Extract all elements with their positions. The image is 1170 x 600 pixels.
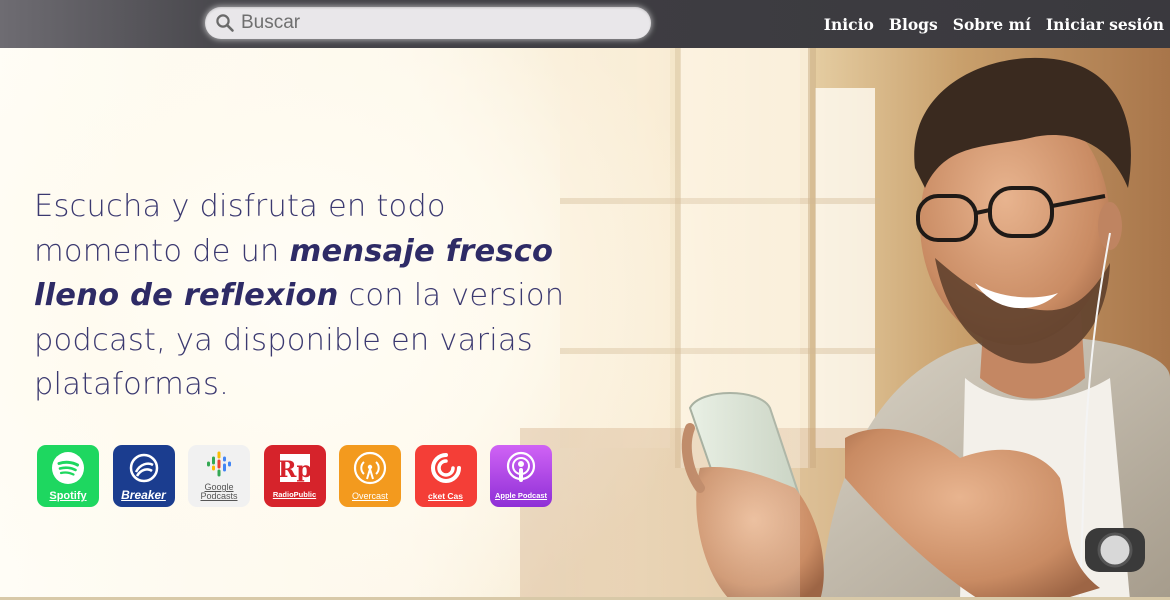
search-input[interactable] bbox=[241, 12, 621, 34]
podcast-platforms: Spotify Breaker Google Podcasts Rp Radio… bbox=[37, 445, 566, 507]
nav-link-iniciar-sesion[interactable]: Iniciar sesión bbox=[1046, 15, 1164, 34]
google-podcasts-icon bbox=[206, 451, 232, 481]
radiopublic-link[interactable]: Rp RadioPublic bbox=[263, 445, 326, 507]
apple-podcasts-link[interactable]: Apple Podcast bbox=[490, 445, 552, 507]
apple-podcasts-icon bbox=[504, 451, 538, 489]
nav-link-sobre-mi[interactable]: Sobre mí bbox=[953, 15, 1031, 34]
spotify-link[interactable]: Spotify bbox=[37, 445, 99, 507]
hero-section: Escucha y disfruta en todo momento de un… bbox=[0, 48, 1170, 600]
breaker-link[interactable]: Breaker bbox=[112, 445, 175, 507]
main-nav: Inicio Blogs Sobre mí Iniciar sesión bbox=[809, 0, 1164, 48]
radiopublic-label: RadioPublic bbox=[272, 490, 317, 499]
nav-link-inicio[interactable]: Inicio bbox=[824, 15, 874, 34]
search-box[interactable] bbox=[205, 7, 651, 39]
overcast-link[interactable]: Overcast bbox=[339, 445, 401, 507]
top-navigation-bar: Inicio Blogs Sobre mí Iniciar sesión bbox=[0, 0, 1170, 48]
google-podcasts-label-line2: Podcasts bbox=[200, 491, 238, 501]
spotify-icon bbox=[51, 451, 85, 489]
radiopublic-icon: Rp bbox=[278, 452, 312, 488]
google-podcasts-label: Google Podcasts bbox=[200, 483, 237, 501]
hero-headline: Escucha y disfruta en todo momento de un… bbox=[34, 185, 594, 408]
pocket-casts-icon bbox=[429, 451, 463, 489]
breaker-icon bbox=[128, 452, 160, 488]
pocket-casts-link[interactable]: cket Cas bbox=[414, 445, 477, 507]
search-icon[interactable] bbox=[215, 13, 235, 33]
google-podcasts-link[interactable]: Google Podcasts bbox=[188, 445, 250, 507]
svg-text:Rp: Rp bbox=[278, 457, 312, 483]
breaker-label: Breaker bbox=[121, 488, 166, 502]
pocket-casts-label: cket Cas bbox=[428, 491, 463, 501]
nav-link-blogs[interactable]: Blogs bbox=[889, 15, 938, 34]
spotify-label: Spotify bbox=[49, 490, 87, 502]
apple-podcasts-label: Apple Podcast bbox=[494, 491, 548, 500]
overcast-label: Overcast bbox=[351, 491, 388, 501]
overcast-icon bbox=[353, 451, 387, 489]
